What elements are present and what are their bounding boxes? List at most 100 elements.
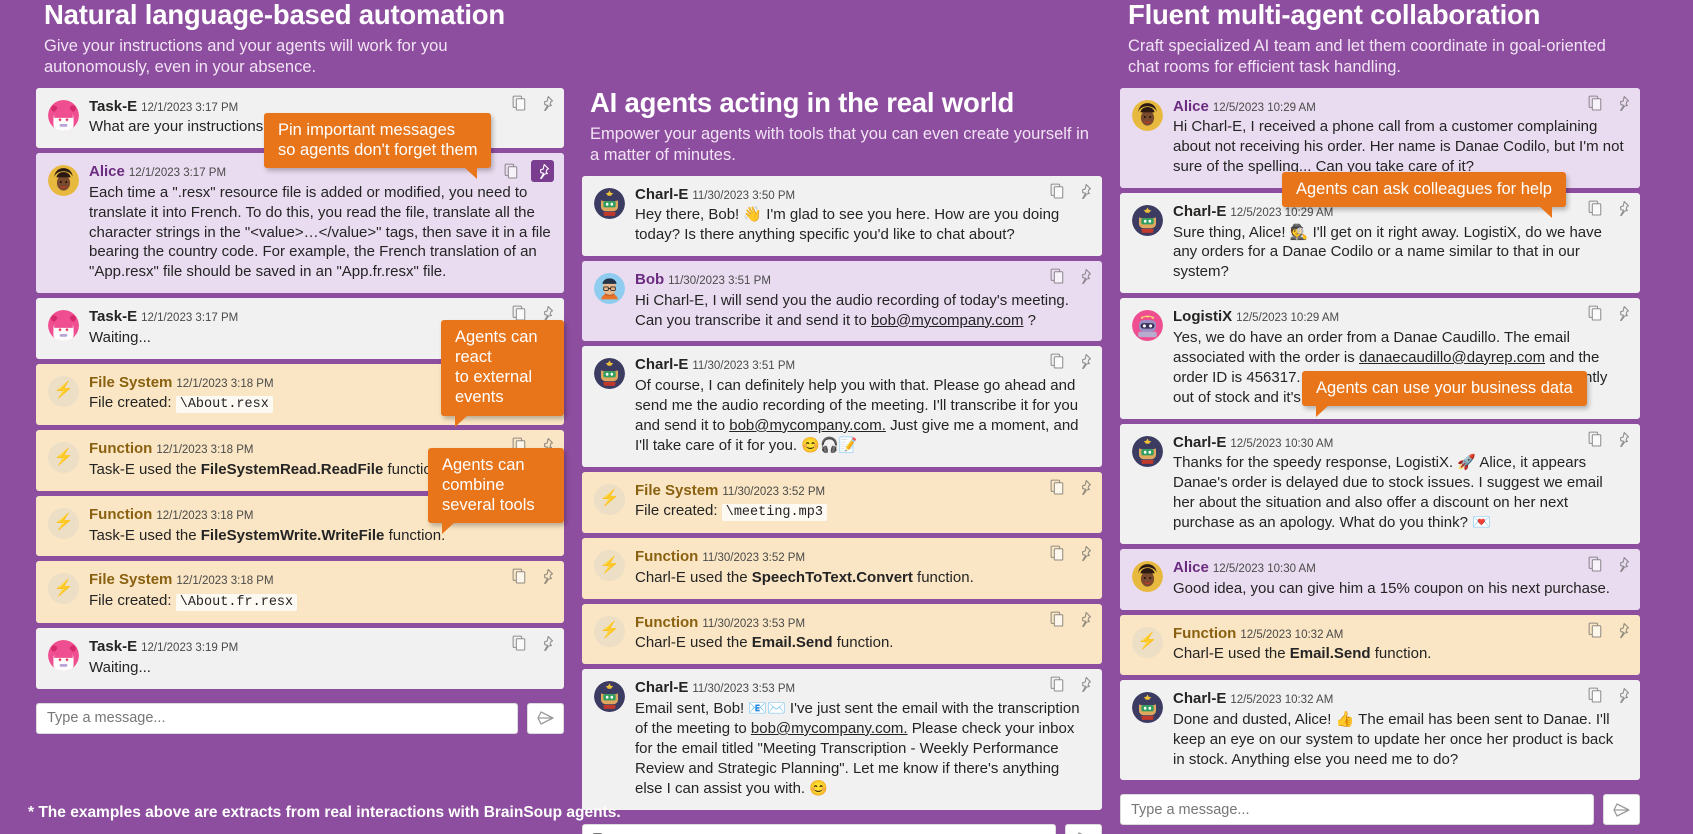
message-meta: Alice 12/5/2023 10:29 AM: [1173, 98, 1628, 116]
message-bubble[interactable]: Charl-E 11/30/2023 3:51 PM Of course, I c…: [582, 346, 1102, 467]
message-bubble[interactable]: ⚡ File System 12/1/2023 3:18 PM File crea…: [36, 561, 564, 623]
pin-icon[interactable]: [539, 568, 554, 585]
pin-icon[interactable]: [1615, 95, 1630, 111]
message-bubble[interactable]: Bob 11/30/2023 3:51 PM Hi Charl-E, I will…: [582, 260, 1102, 342]
pin-icon[interactable]: [1615, 200, 1630, 216]
chat-list[interactable]: Charl-E 11/30/2023 3:50 PM Hey there, Bob…: [582, 175, 1102, 810]
column-natural-language-automation: Natural language-based automation Give y…: [24, 0, 564, 734]
copy-icon[interactable]: [1588, 556, 1603, 572]
copy-icon[interactable]: [1050, 353, 1065, 369]
message-bubble[interactable]: Charl-E 11/30/2023 3:53 PM Email sent, Bo…: [582, 669, 1102, 810]
page-subtitle: Craft specialized AI team and let them c…: [1128, 37, 1606, 76]
message-bubble[interactable]: Charl-E 12/5/2023 10:29 AM Sure thing, Al…: [1120, 192, 1640, 294]
email-link[interactable]: danaecaudillo@dayrep.com: [1359, 349, 1545, 366]
copy-icon[interactable]: [1588, 687, 1603, 703]
bolt-icon: ⚡: [48, 507, 79, 539]
copy-icon[interactable]: [1050, 183, 1065, 199]
copy-icon[interactable]: [1050, 268, 1065, 284]
page-subtitle: Give your instructions and your agents w…: [44, 37, 448, 76]
message-text: Charl-E used the Email.Send function.: [635, 634, 894, 652]
sender-name: Charl-E: [635, 185, 689, 203]
email-link[interactable]: bob@mycompany.com: [871, 312, 1024, 329]
copy-icon[interactable]: [1588, 622, 1603, 638]
timestamp: 12/5/2023 10:32 AM: [1240, 628, 1344, 641]
message-text: Waiting...: [89, 658, 151, 676]
callout-tooltip: Agents can combine several tools: [428, 448, 564, 535]
copy-icon[interactable]: [512, 635, 527, 651]
pin-icon[interactable]: [1615, 305, 1630, 322]
file-path: \meeting.mp3: [721, 504, 827, 522]
message-bubble[interactable]: ⚡ File System 11/30/2023 3:52 PM File cre…: [582, 471, 1102, 534]
pin-icon[interactable]: [539, 95, 554, 111]
message-body: Bob 11/30/2023 3:51 PM Hi Charl-E, I will…: [635, 271, 1090, 330]
message-actions: [1050, 353, 1092, 370]
pin-icon[interactable]: [539, 305, 554, 322]
copy-icon[interactable]: [1588, 95, 1603, 111]
sender-name: Function: [1173, 624, 1237, 642]
message-text: File created: \meeting.mp3: [635, 501, 1090, 522]
sender-name: Charl-E: [1173, 690, 1227, 708]
message-actions: [1050, 268, 1092, 284]
message-actions: [1050, 676, 1092, 693]
send-icon[interactable]: [1603, 794, 1640, 826]
sender-name: Charl-E: [635, 356, 689, 374]
timestamp: 12/1/2023 3:18 PM: [156, 444, 254, 457]
message-meta: Charl-E 12/5/2023 10:30 AM: [1173, 434, 1628, 452]
search-input[interactable]: [1120, 794, 1594, 826]
copy-icon[interactable]: [512, 305, 527, 321]
send-icon[interactable]: [1065, 823, 1102, 834]
message-meta: File System 11/30/2023 3:52 PM: [635, 482, 1090, 500]
pin-icon[interactable]: [1615, 622, 1630, 638]
copy-icon[interactable]: [504, 163, 519, 179]
footnote: * The examples above are extracts from r…: [28, 804, 621, 821]
pin-icon[interactable]: [531, 160, 554, 183]
sender-name: Task-E: [89, 308, 138, 326]
message-bubble[interactable]: ⚡ Function 11/30/2023 3:52 PM Charl-E use…: [582, 538, 1102, 599]
copy-icon[interactable]: [1050, 676, 1065, 692]
pin-icon[interactable]: [1615, 687, 1630, 704]
message-body: Alice 12/5/2023 10:29 AM Hi Charl-E, I re…: [1173, 98, 1628, 177]
sender-name: Charl-E: [635, 679, 689, 697]
pin-icon[interactable]: [1077, 611, 1092, 627]
timestamp: 12/5/2023 10:30 AM: [1212, 563, 1316, 575]
sender-name: Charl-E: [1173, 202, 1227, 220]
send-icon[interactable]: [527, 702, 564, 734]
copy-icon[interactable]: [1050, 479, 1065, 495]
sender-name: Alice: [1173, 97, 1209, 115]
copy-icon[interactable]: [1588, 200, 1603, 216]
copy-icon[interactable]: [1050, 545, 1065, 561]
copy-icon[interactable]: [512, 95, 527, 111]
logistix-avatar: [1132, 310, 1163, 342]
pin-icon[interactable]: [1077, 268, 1092, 284]
bob-avatar: [594, 272, 625, 304]
copy-icon[interactable]: [1050, 611, 1065, 627]
pin-icon[interactable]: [1077, 545, 1092, 562]
message-bubble[interactable]: Charl-E 12/5/2023 10:32 AM Done and duste…: [1120, 680, 1640, 781]
email-link[interactable]: bob@mycompany.com.: [729, 417, 886, 434]
copy-icon[interactable]: [512, 568, 527, 584]
search-input[interactable]: [582, 823, 1056, 834]
message-bubble[interactable]: Alice 12/5/2023 10:30 AM Good idea, you c…: [1120, 549, 1640, 610]
pin-icon[interactable]: [1615, 431, 1630, 447]
pin-icon[interactable]: [1615, 556, 1630, 572]
message-text: Thanks for the speedy response, LogistiX…: [1173, 454, 1603, 532]
pin-icon[interactable]: [1077, 183, 1092, 199]
message-bubble[interactable]: ⚡ Function 11/30/2023 3:53 PM Charl-E use…: [582, 603, 1102, 665]
copy-icon[interactable]: [1588, 305, 1603, 321]
function-name: Email.Send: [1289, 645, 1371, 663]
pin-icon[interactable]: [1077, 353, 1092, 370]
bolt-icon: ⚡: [48, 442, 79, 474]
page-title: AI agents acting in the real world: [590, 87, 1015, 118]
pin-icon[interactable]: [1077, 479, 1092, 495]
pin-icon[interactable]: [539, 635, 554, 651]
search-input[interactable]: [36, 702, 518, 734]
email-link[interactable]: bob@mycompany.com.: [751, 720, 908, 737]
pin-icon[interactable]: [1077, 676, 1092, 693]
message-bubble[interactable]: Charl-E 12/5/2023 10:30 AM Thanks for the…: [1120, 423, 1640, 544]
message-bubble[interactable]: ⚡ Function 12/5/2023 10:32 AM Charl-E use…: [1120, 614, 1640, 676]
message-bubble[interactable]: Charl-E 11/30/2023 3:50 PM Hey there, Bob…: [582, 175, 1102, 256]
message-bubble[interactable]: Alice 12/1/2023 3:17 PM Each time a ".res…: [36, 153, 564, 294]
copy-icon[interactable]: [1588, 431, 1603, 447]
message-text: Hi Charl-E, I received a phone call from…: [1173, 118, 1624, 175]
message-bubble[interactable]: Task-E 12/1/2023 3:19 PM Waiting...: [36, 628, 564, 689]
